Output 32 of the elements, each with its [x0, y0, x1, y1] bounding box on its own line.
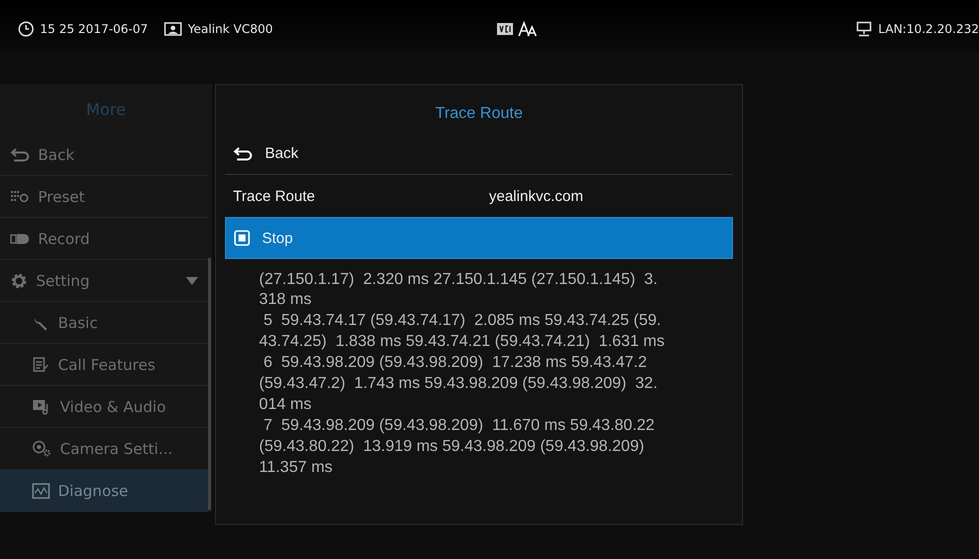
trace-output-line: (59.43.47.2) 1.743 ms 59.43.98.209 (59.43.98.209) 32. [259, 374, 659, 394]
menu-item-label: Basic [58, 314, 99, 332]
menu-title: More [85, 99, 127, 121]
back-button[interactable]: Back [225, 133, 733, 175]
device-name: Yealink VC800 [188, 22, 273, 36]
trace-output-line: (59.43.80.22) 13.919 ms 59.43.98.209 (59.43.98.209) [259, 437, 646, 457]
menu-item-label: Record [38, 230, 91, 248]
trace-output-line: 11.357 ms [259, 458, 334, 478]
menu-item-label: Back [38, 146, 76, 164]
menu-item-label: Diagnose [58, 482, 130, 500]
address-field[interactable]: yealinkvc.com [489, 188, 584, 204]
trace-output-line: 7 59.43.98.209 (59.43.98.209) 11.670 ms 59.43.80.22 [262, 416, 656, 436]
menu-item-label: Setting [36, 272, 91, 290]
date-time: 15 25 2017-06-07 [40, 22, 148, 36]
network-address: LAN:10.2.20.232 [878, 22, 979, 36]
trace-output-line: (27.150.1.17) 2.320 ms 27.150.1.145 (27.150.1.145) 3. [259, 273, 659, 289]
field-label: Trace Route [233, 188, 316, 204]
stop-button[interactable]: Stop [225, 217, 733, 259]
menu-item-label: Preset [38, 188, 86, 206]
trace-output-line: 43.74.25) 1.838 ms 59.43.74.21 (59.43.74.21) 1.631 ms [259, 332, 666, 352]
menu-item-label: Video & Audio [60, 398, 167, 416]
menu-item[interactable]: Back [0, 134, 208, 176]
menu-item[interactable]: Preset [0, 176, 208, 218]
trace-output-line: 014 ms [259, 395, 312, 415]
trace-output-line: 318 ms [259, 290, 312, 310]
menu-item-label: Camera Setti... [60, 440, 174, 458]
trace-output-line: 5 59.43.74.17 (59.43.74.17) 2.085 ms 59.43.74.25 (59. [262, 311, 662, 331]
trace-output-line: 6 59.43.98.209 (59.43.98.209) 17.238 ms 59.43.47.2 [262, 353, 648, 373]
menu-item-label: Call Features [58, 356, 156, 374]
menu-item[interactable]: Record [0, 218, 208, 260]
panel-title: Trace Route [434, 104, 524, 124]
menu-item[interactable]: Diagnose [0, 470, 208, 512]
